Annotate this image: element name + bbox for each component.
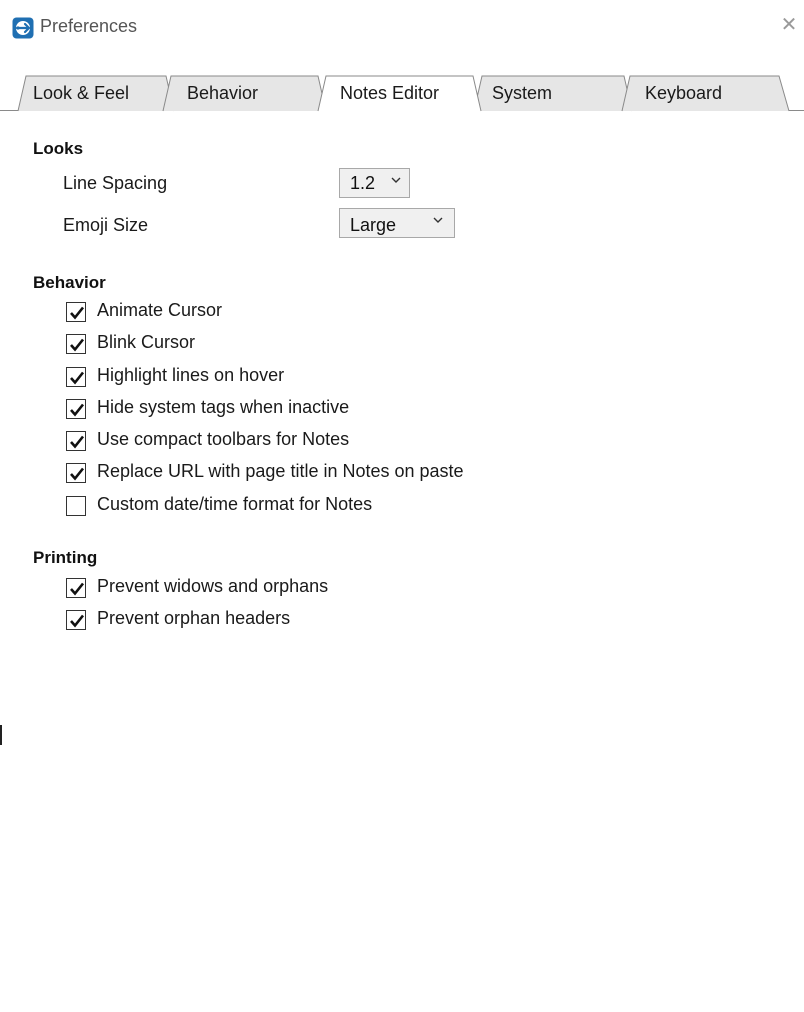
checkbox-label: Hide system tags when inactive [97,397,350,417]
tab-notes-editor[interactable]: Notes Editor [317,75,493,113]
emoji-size-label: Emoji Size [63,215,149,235]
checkbox-box[interactable] [66,399,86,419]
window-edge-mark [0,725,2,745]
checkbox-box[interactable] [66,431,86,451]
title-bar: Preferences ✕ [0,0,804,58]
close-icon[interactable]: ✕ [774,10,804,40]
checkbox-box[interactable] [66,610,86,630]
checkbox-label: Animate Cursor [97,300,223,320]
checkbox-label: Use compact toolbars for Notes [97,429,350,449]
tab-keyboard[interactable]: Keyboard [621,75,797,112]
section-title-printing: Printing [33,548,98,567]
checkbox-label: Highlight lines on hover [97,365,285,385]
checkbox-box[interactable] [66,302,86,322]
checkbox-box[interactable] [66,463,86,483]
tab-label: Keyboard [645,83,723,103]
checkbox-box[interactable] [66,367,86,387]
tab-label: System [492,83,553,103]
section-title-looks: Looks [33,139,84,158]
line-spacing-label: Line Spacing [63,173,168,193]
chevron-down-icon [390,173,402,185]
line-spacing-value: 1.2 [350,173,376,193]
tab-look-and-feel[interactable]: Look & Feel [17,75,178,112]
window-title: Preferences [40,16,138,36]
tab-label: Look & Feel [33,83,130,103]
tab-label: Behavior [187,83,259,103]
app-logo-icon [12,17,34,39]
checkbox-label: Prevent orphan headers [97,608,291,628]
preferences-window: Preferences ✕ Look & Feel Behavior Syste… [0,0,804,1012]
section-title-behavior: Behavior [33,273,106,292]
checkbox-label: Replace URL with page title in Notes on … [97,461,464,481]
checkbox-box[interactable] [66,578,86,598]
tab-behavior[interactable]: Behavior [162,75,333,112]
emoji-size-select[interactable]: Large [339,208,455,238]
checkbox-box[interactable] [66,496,86,516]
checkbox-label: Blink Cursor [97,332,196,352]
checkbox-label: Prevent widows and orphans [97,576,329,596]
chevron-down-icon [432,213,444,225]
tab-system[interactable]: System [473,75,639,112]
tab-label: Notes Editor [340,83,440,103]
line-spacing-select[interactable]: 1.2 [339,168,410,198]
checkbox-label: Custom date/time format for Notes [97,494,373,514]
emoji-size-value: Large [350,215,397,235]
checkbox-box[interactable] [66,334,86,354]
